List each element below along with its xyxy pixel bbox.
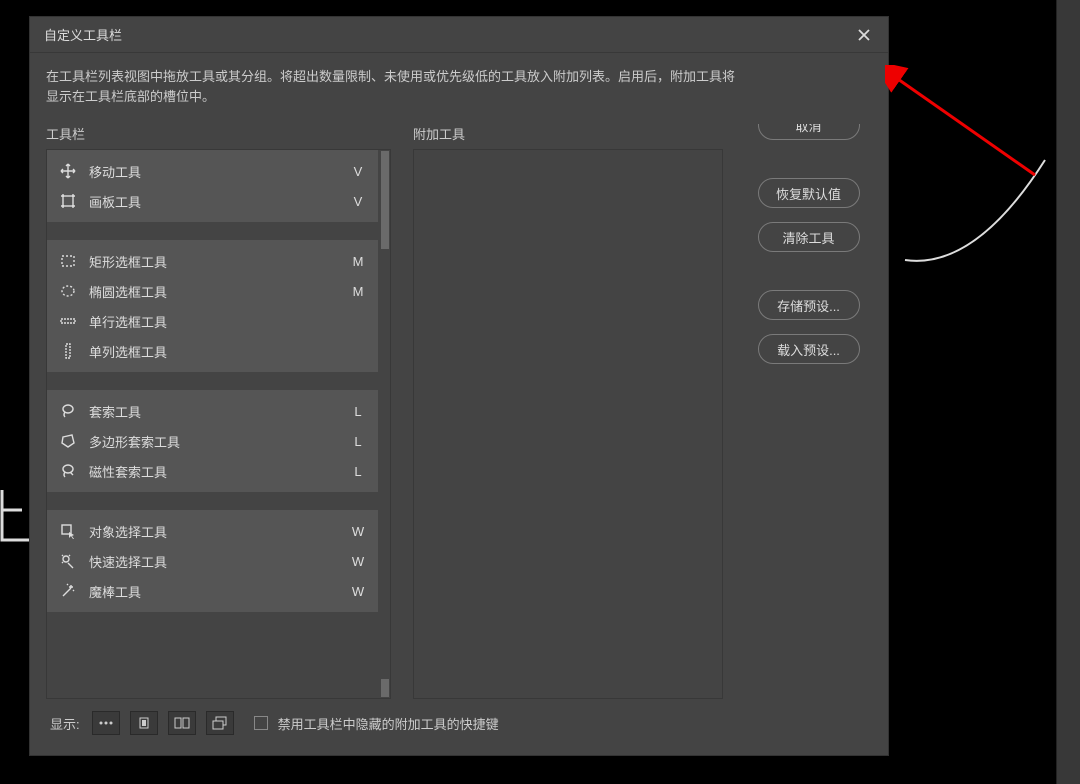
scrollbar-thumb[interactable] xyxy=(381,151,389,249)
lasso-icon xyxy=(59,402,77,420)
poly-lasso-icon xyxy=(59,432,77,450)
tool-group: 套索工具 L 多边形套索工具 L 磁性套索工具 L xyxy=(47,390,378,492)
tool-name: 磁性套索工具 xyxy=(89,462,348,481)
object-select-icon xyxy=(59,522,77,540)
tool-shortcut: L xyxy=(348,464,368,479)
stack-icon xyxy=(212,716,228,730)
tool-name: 魔棒工具 xyxy=(89,582,348,601)
scrollbar-track xyxy=(380,150,390,698)
tool-shortcut: W xyxy=(348,584,368,599)
tool-name: 画板工具 xyxy=(89,192,348,211)
quick-select-icon xyxy=(59,552,77,570)
tool-shortcut: L xyxy=(348,404,368,419)
tool-row[interactable]: 磁性套索工具 L xyxy=(47,456,378,486)
disable-shortcuts-checkbox[interactable] xyxy=(254,716,268,730)
tool-row[interactable]: 对象选择工具 W xyxy=(47,516,378,546)
tool-row[interactable]: 魔棒工具 W xyxy=(47,576,378,606)
disable-shortcuts-label: 禁用工具栏中隐藏的附加工具的快捷键 xyxy=(278,714,499,733)
toolbar-list[interactable]: 移动工具 V 画板工具 V 矩形选框工具 M 椭圆选框工具 M 单行选框工具 单… xyxy=(46,149,391,699)
move-icon xyxy=(59,162,77,180)
dialog-description: 在工具栏列表视图中拖放工具或其分组。将超出数量限制、未使用或优先级低的工具放入附… xyxy=(46,67,746,106)
view-mode-dots[interactable] xyxy=(92,711,120,735)
tool-shortcut: V xyxy=(348,194,368,209)
view-mode-single[interactable] xyxy=(130,711,158,735)
dialog-footer: 显示: 禁用工具栏中隐藏的附加工具的快捷键 xyxy=(46,699,872,747)
tool-row[interactable]: 移动工具 V xyxy=(47,156,378,186)
single-col-icon xyxy=(137,716,151,730)
dialog-titlebar: 自定义工具栏 xyxy=(30,17,888,53)
scrollbar-thumb[interactable] xyxy=(381,679,389,697)
save-preset-button[interactable]: 存储预设... xyxy=(758,290,860,320)
tool-shortcut: L xyxy=(348,434,368,449)
tool-group: 移动工具 V 画板工具 V xyxy=(47,150,378,222)
clear-tools-button[interactable]: 清除工具 xyxy=(758,222,860,252)
extra-tools-list[interactable] xyxy=(413,149,723,699)
restore-defaults-button[interactable]: 恢复默认值 xyxy=(758,178,860,208)
dialog-title: 自定义工具栏 xyxy=(44,25,122,44)
tool-row[interactable]: 矩形选框工具 M xyxy=(47,246,378,276)
toolbar-column-label: 工具栏 xyxy=(46,124,391,143)
tool-name: 多边形套索工具 xyxy=(89,432,348,451)
tool-group: 对象选择工具 W 快速选择工具 W 魔棒工具 W xyxy=(47,510,378,612)
tool-shortcut: W xyxy=(348,524,368,539)
right-panel-edge xyxy=(1056,0,1080,784)
tool-name: 移动工具 xyxy=(89,162,348,181)
show-label: 显示: xyxy=(50,714,80,733)
customize-toolbar-dialog: 自定义工具栏 在工具栏列表视图中拖放工具或其分组。将超出数量限制、未使用或优先级… xyxy=(29,16,889,756)
tool-name: 矩形选框工具 xyxy=(89,252,348,271)
tool-row[interactable]: 套索工具 L xyxy=(47,396,378,426)
marquee-ellipse-icon xyxy=(59,282,77,300)
close-icon xyxy=(857,28,871,42)
dots-icon xyxy=(98,720,114,726)
tool-name: 单列选框工具 xyxy=(89,342,348,361)
tool-shortcut: M xyxy=(348,254,368,269)
tool-shortcut: V xyxy=(348,164,368,179)
close-button[interactable] xyxy=(854,25,874,45)
tool-name: 椭圆选框工具 xyxy=(89,282,348,301)
cancel-button[interactable]: 取消 xyxy=(758,124,860,140)
tool-row[interactable]: 快速选择工具 W xyxy=(47,546,378,576)
tool-row[interactable]: 椭圆选框工具 M xyxy=(47,276,378,306)
tool-name: 单行选框工具 xyxy=(89,312,348,331)
view-mode-stack[interactable] xyxy=(206,711,234,735)
tool-row[interactable]: 单列选框工具 xyxy=(47,336,378,366)
tool-shortcut: M xyxy=(348,284,368,299)
tool-shortcut: W xyxy=(348,554,368,569)
mag-lasso-icon xyxy=(59,462,77,480)
tool-row[interactable]: 画板工具 V xyxy=(47,186,378,216)
tool-row[interactable]: 单行选框工具 xyxy=(47,306,378,336)
tool-row[interactable]: 多边形套索工具 L xyxy=(47,426,378,456)
artboard-icon xyxy=(59,192,77,210)
marquee-rect-icon xyxy=(59,252,77,270)
double-col-icon xyxy=(174,716,190,730)
tool-name: 对象选择工具 xyxy=(89,522,348,541)
tool-name: 套索工具 xyxy=(89,402,348,421)
load-preset-button[interactable]: 载入预设... xyxy=(758,334,860,364)
magic-wand-icon xyxy=(59,582,77,600)
marquee-row-icon xyxy=(59,312,77,330)
marquee-col-icon xyxy=(59,342,77,360)
view-mode-double[interactable] xyxy=(168,711,196,735)
tool-name: 快速选择工具 xyxy=(89,552,348,571)
tool-group: 矩形选框工具 M 椭圆选框工具 M 单行选框工具 单列选框工具 xyxy=(47,240,378,372)
extra-column-label: 附加工具 xyxy=(413,124,723,143)
